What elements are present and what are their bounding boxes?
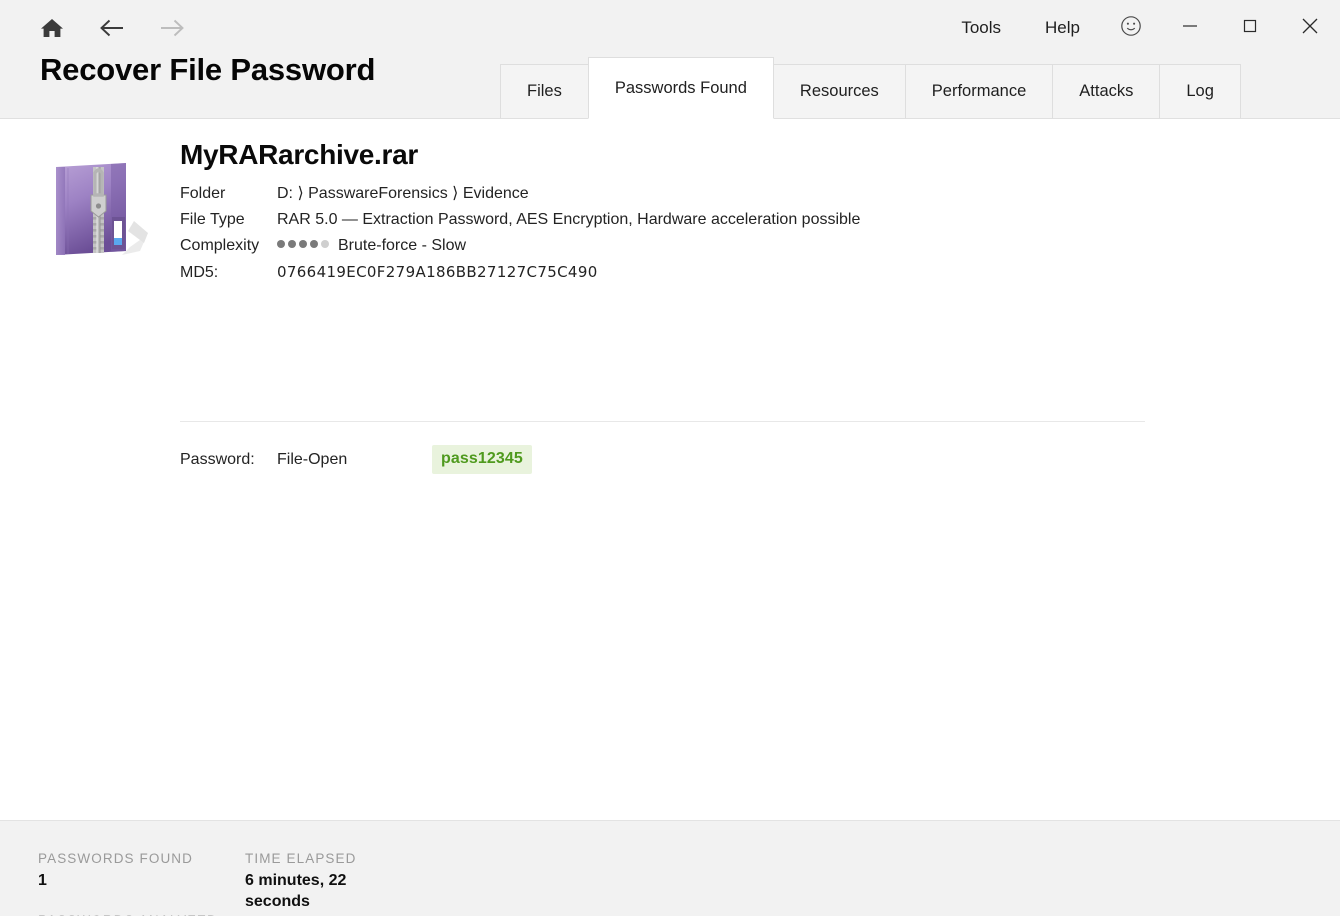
- feedback-button[interactable]: [1102, 0, 1160, 56]
- status-column-left: PASSWORDS FOUND 1 PASSWORDS ANALYZED 25,…: [38, 851, 238, 916]
- tab-log[interactable]: Log: [1159, 64, 1241, 119]
- passwords-found-value: 1: [38, 872, 47, 889]
- file-type-label: File Type: [180, 211, 245, 228]
- file-md5-label: MD5:: [180, 264, 219, 281]
- file-md5-value: 0766419EC0F279A186BB27127C75C490: [277, 263, 598, 281]
- minimize-button[interactable]: [1160, 0, 1220, 56]
- file-name: MyRARarchive.rar: [180, 139, 418, 170]
- complexity-rating-dots: [277, 240, 329, 248]
- file-md5-row: MD5: 0766419EC0F279A186BB27127C75C490: [180, 259, 1300, 286]
- passwords-found-stat: PASSWORDS FOUND 1: [38, 851, 238, 891]
- menu-help[interactable]: Help: [1023, 0, 1102, 56]
- close-button[interactable]: [1280, 0, 1340, 56]
- file-folder-value: D: ⟩ PasswareForensics ⟩ Evidence: [277, 185, 529, 202]
- file-info: MyRARarchive.rar Folder D: ⟩ PasswareFor…: [180, 139, 1300, 286]
- smiley-icon: [1119, 14, 1143, 43]
- window-titlebar: Tools Help: [0, 0, 1340, 56]
- passwords-found-panel: MyRARarchive.rar Folder D: ⟩ PasswareFor…: [0, 119, 1340, 820]
- forward-button[interactable]: [150, 8, 194, 48]
- file-folder-label: Folder: [180, 185, 226, 202]
- navigation-group: [0, 8, 194, 48]
- close-icon: [1298, 14, 1322, 43]
- complexity-dot: [299, 240, 307, 248]
- maximize-icon: [1239, 15, 1261, 42]
- complexity-dot: [310, 240, 318, 248]
- passwords-found-label: PASSWORDS FOUND: [38, 851, 194, 866]
- rar-archive-icon: [48, 159, 152, 265]
- back-arrow-icon: [97, 15, 127, 41]
- minimize-icon: [1179, 15, 1201, 42]
- maximize-button[interactable]: [1220, 0, 1280, 56]
- file-complexity-label: Complexity: [180, 237, 260, 254]
- recovered-password-value[interactable]: pass12345: [432, 445, 532, 474]
- tabstrip: Files Passwords Found Resources Performa…: [500, 57, 1241, 119]
- home-icon: [39, 15, 65, 41]
- file-type-row: File Type RAR 5.0 — Extraction Password,…: [180, 207, 1300, 233]
- password-result-row: Password: File-Open pass12345: [180, 445, 532, 474]
- file-type-value: RAR 5.0 — Extraction Password, AES Encry…: [277, 211, 861, 228]
- time-elapsed-value: 6 minutes, 22 seconds: [245, 872, 347, 910]
- status-bar: PASSWORDS FOUND 1 PASSWORDS ANALYZED 25,…: [0, 820, 1340, 916]
- complexity-dot: [288, 240, 296, 248]
- file-complexity-row: Complexity Brute-force - Slow: [180, 233, 1300, 259]
- tab-passwords-found[interactable]: Passwords Found: [587, 57, 774, 119]
- time-elapsed-stat: TIME ELAPSED 6 minutes, 22 seconds: [245, 851, 385, 912]
- tab-performance[interactable]: Performance: [904, 64, 1054, 119]
- window-controls-group: Tools Help: [939, 0, 1340, 56]
- page-title: Recover File Password: [40, 52, 376, 87]
- tab-resources[interactable]: Resources: [772, 64, 906, 119]
- time-elapsed-label: TIME ELAPSED: [245, 851, 357, 866]
- tab-files[interactable]: Files: [500, 64, 589, 119]
- tab-attacks[interactable]: Attacks: [1052, 64, 1161, 119]
- status-column-mid: TIME ELAPSED 6 minutes, 22 seconds: [245, 851, 385, 912]
- password-label: Password:: [180, 450, 255, 468]
- page-header-band: Recover File Password Files Passwords Fo…: [0, 52, 1340, 119]
- home-button[interactable]: [30, 8, 74, 48]
- back-button[interactable]: [90, 8, 134, 48]
- password-type: File-Open: [277, 450, 348, 468]
- file-folder-row: Folder D: ⟩ PasswareForensics ⟩ Evidence: [180, 181, 1300, 207]
- menu-tools[interactable]: Tools: [939, 0, 1023, 56]
- complexity-dot-empty: [321, 240, 329, 248]
- forward-arrow-icon: [157, 15, 187, 41]
- file-complexity-value: Brute-force - Slow: [338, 237, 467, 254]
- complexity-dot: [277, 240, 285, 248]
- section-divider: [180, 421, 1145, 422]
